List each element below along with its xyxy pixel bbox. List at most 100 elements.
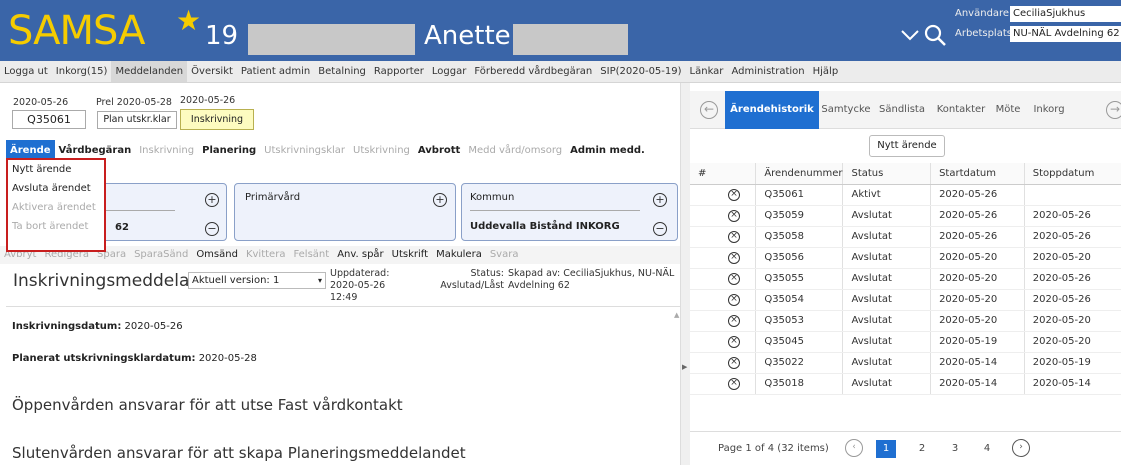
column-header[interactable]: Status [842, 163, 931, 185]
card-left-text: 62 [115, 222, 129, 233]
menu-item[interactable]: Patient admin [237, 61, 314, 82]
menu-item[interactable]: Länkar [686, 61, 728, 82]
table-row[interactable]: × Q35045 Avslutat 2020-05-19 2020-05-20 [690, 331, 1121, 353]
user-field[interactable]: CeciliaSjukhus [1010, 6, 1121, 22]
table-row[interactable]: × Q35053 Avslutat 2020-05-20 2020-05-20 [690, 310, 1121, 332]
column-header[interactable]: Startdatum [930, 163, 1025, 185]
workplace-field[interactable]: NU-NÄL Avdelning 62 [1010, 26, 1121, 42]
next-page-icon[interactable]: › [1012, 439, 1030, 457]
case-number[interactable]: Q35061 [12, 110, 86, 129]
close-case-icon[interactable]: × [728, 210, 740, 222]
close-case-icon[interactable]: × [728, 252, 740, 264]
right-tab[interactable]: Möte [991, 91, 1025, 129]
action-button[interactable]: Omsänd [192, 246, 242, 264]
kommun-label: Kommun [470, 192, 515, 203]
page-button[interactable]: 1 [876, 440, 896, 458]
action-button[interactable]: Makulera [432, 246, 486, 264]
inskrivningsdatum-row: Inskrivningsdatum: 2020-05-26 [12, 321, 183, 332]
table-cell: 2020-05-26 [1023, 268, 1121, 290]
action-button[interactable]: SparaSänd [130, 246, 192, 264]
page-button[interactable]: 4 [977, 440, 997, 458]
primarvard-label: Primärvård [245, 192, 301, 203]
menu-item[interactable]: Rapporter [370, 61, 428, 82]
prev-page-icon[interactable]: ‹ [845, 439, 863, 457]
page-button[interactable]: 2 [912, 440, 932, 458]
table-row[interactable]: × Q35058 Avslutat 2020-05-26 2020-05-26 [690, 226, 1121, 248]
app-logo[interactable]: SAMSA [8, 8, 146, 54]
close-case-icon[interactable]: × [728, 315, 740, 327]
action-button[interactable]: Anv. spår [333, 246, 387, 264]
action-button[interactable]: Utskrift [388, 246, 432, 264]
menu-item[interactable]: Hjälp [809, 61, 843, 82]
page-button[interactable]: 3 [945, 440, 965, 458]
table-row[interactable]: × Q35056 Avslutat 2020-05-20 2020-05-20 [690, 247, 1121, 269]
case-tab[interactable]: Admin medd. [566, 140, 649, 162]
panel-splitter[interactable]: ▶ [680, 83, 690, 465]
inskrivningsdatum-value: 2020-05-26 [124, 321, 183, 332]
menu-item[interactable]: Förberedd vårdbegäran [470, 61, 596, 82]
table-row[interactable]: × Q35018 Avslutat 2020-05-14 2020-05-14 [690, 373, 1121, 395]
case-tab[interactable]: Utskrivningsklar [260, 140, 349, 162]
case-tab[interactable]: Planering [198, 140, 260, 162]
dropdown-item[interactable]: Avsluta ärendet [8, 179, 104, 198]
add-icon[interactable]: + [433, 193, 447, 207]
right-tab[interactable]: Samtycke [819, 91, 873, 129]
table-cell: Avslutat [842, 331, 931, 353]
close-case-icon[interactable]: × [728, 378, 740, 390]
case-tab[interactable]: Utskrivning [349, 140, 414, 162]
table-row[interactable]: × Q35022 Avslutat 2020-05-14 2020-05-19 [690, 352, 1121, 374]
add-icon[interactable]: + [653, 193, 667, 207]
action-button[interactable]: Kvittera [242, 246, 290, 264]
action-button[interactable]: Svara [486, 246, 523, 264]
dropdown-item[interactable]: Nytt ärende [8, 160, 104, 179]
right-tab[interactable]: Sändlista [873, 91, 931, 129]
menu-item[interactable]: Betalning [314, 61, 370, 82]
table-row[interactable]: × Q35054 Avslutat 2020-05-20 2020-05-26 [690, 289, 1121, 311]
case-tab[interactable]: Inskrivning [135, 140, 198, 162]
close-case-icon[interactable]: × [728, 273, 740, 285]
menu-item[interactable]: Administration [727, 61, 808, 82]
add-icon[interactable]: + [205, 193, 219, 207]
remove-icon[interactable]: − [653, 222, 667, 236]
column-header[interactable]: Stoppdatum [1023, 163, 1121, 185]
scroll-up-icon[interactable]: ▲ [674, 311, 679, 319]
table-row[interactable]: × Q35061 Aktivt 2020-05-26 [690, 184, 1121, 206]
action-button[interactable]: Felsänt [289, 246, 333, 264]
chevron-down-icon[interactable] [897, 22, 923, 48]
menu-item[interactable]: Meddelanden [111, 61, 188, 82]
case-tab[interactable]: Avbrott [414, 140, 464, 162]
version-select[interactable]: Aktuell version: 1 ▾ [188, 272, 326, 289]
expand-arrow-icon[interactable]: ▶ [682, 363, 687, 371]
right-tab[interactable]: Inkorg [1025, 91, 1073, 129]
star-icon[interactable]: ★ [176, 6, 201, 36]
case-tab[interactable]: Medd vård/omsorg [464, 140, 566, 162]
column-header[interactable]: # [690, 163, 756, 185]
close-case-icon[interactable]: × [728, 294, 740, 306]
forward-icon[interactable]: → [1106, 101, 1121, 119]
menu-item[interactable]: Översikt [187, 61, 237, 82]
table-cell: Avslutat [842, 352, 931, 374]
new-case-button[interactable]: Nytt ärende [869, 135, 945, 157]
inskrivning-step[interactable]: Inskrivning [180, 109, 254, 130]
right-tab[interactable]: Kontakter [931, 91, 991, 129]
menu-item[interactable]: Inkorg(15) [52, 61, 112, 82]
close-case-icon[interactable]: × [728, 189, 740, 201]
table-row[interactable]: × Q35059 Avslutat 2020-05-26 2020-05-26 [690, 205, 1121, 227]
column-header[interactable]: Ärendenummer [755, 163, 843, 185]
remove-icon[interactable]: − [205, 222, 219, 236]
table-cell: Q35022 [755, 352, 843, 374]
menu-item[interactable]: Loggar [428, 61, 470, 82]
close-case-icon[interactable]: × [728, 336, 740, 348]
menu-item[interactable]: Logga ut [0, 61, 52, 82]
table-row[interactable]: × Q35055 Avslutat 2020-05-20 2020-05-26 [690, 268, 1121, 290]
right-tab[interactable]: Ärendehistorik [725, 91, 819, 129]
menu-item[interactable]: SIP(2020-05-19) [596, 61, 685, 82]
search-icon[interactable] [922, 22, 948, 48]
kommun-card: Kommun + Uddevalla Bistånd INKORG − [461, 183, 678, 241]
table-cell: 2020-05-26 [1023, 289, 1121, 311]
plan-step[interactable]: Plan utskr.klar [97, 111, 177, 129]
table-cell: 2020-05-20 [1023, 247, 1121, 269]
back-icon[interactable]: ← [700, 101, 718, 119]
close-case-icon[interactable]: × [728, 231, 740, 243]
close-case-icon[interactable]: × [728, 357, 740, 369]
